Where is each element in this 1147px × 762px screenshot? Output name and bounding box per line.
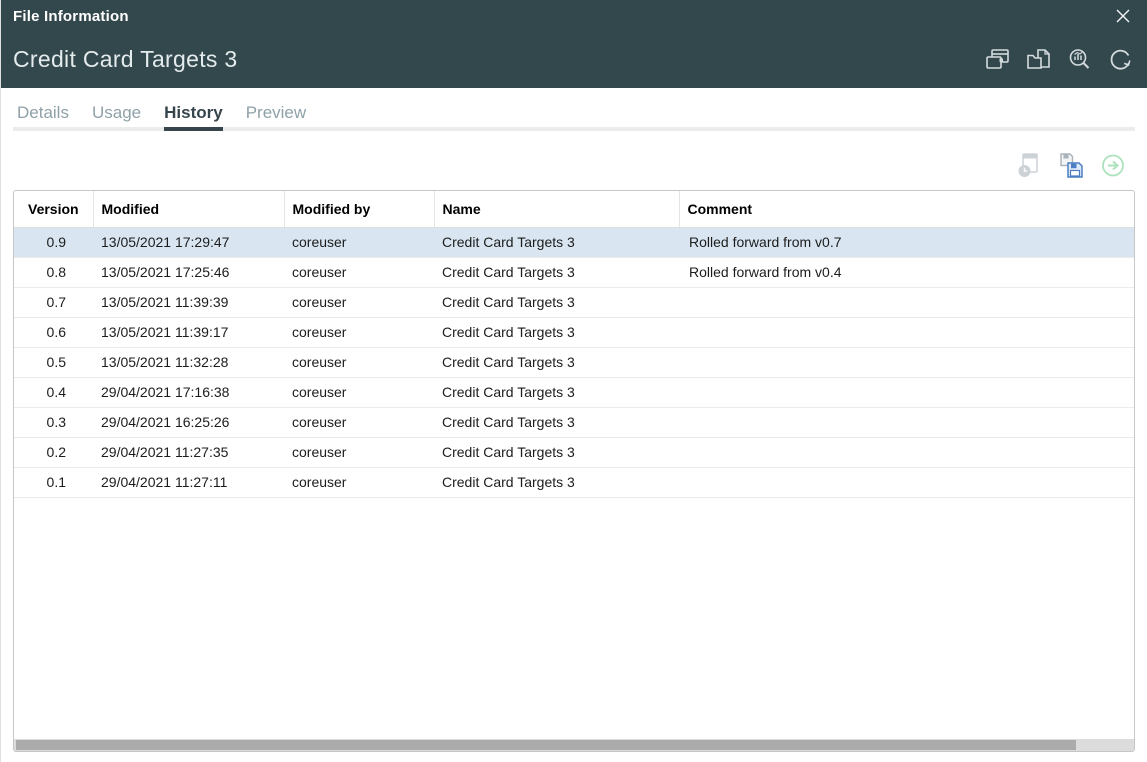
cell-version: 0.2 <box>14 437 93 467</box>
dialog-title: File Information <box>13 8 129 25</box>
table-row[interactable]: 0.429/04/2021 17:16:38coreuserCredit Car… <box>14 377 1134 407</box>
cell-name: Credit Card Targets 3 <box>434 347 679 377</box>
cell-modified: 13/05/2021 17:29:47 <box>93 227 284 257</box>
table-row[interactable]: 0.713/05/2021 11:39:39coreuserCredit Car… <box>14 287 1134 317</box>
cell-modified: 13/05/2021 11:39:17 <box>93 317 284 347</box>
cell-name: Credit Card Targets 3 <box>434 227 679 257</box>
move-to-folder-button[interactable] <box>1025 48 1052 75</box>
cell-name: Credit Card Targets 3 <box>434 407 679 437</box>
chart-magnifier-icon <box>1066 46 1093 78</box>
cell-version: 0.4 <box>14 377 93 407</box>
refresh-button[interactable] <box>1107 48 1134 75</box>
cell-comment: Rolled forward from v0.7 <box>679 227 1134 257</box>
cell-modified: 29/04/2021 17:16:38 <box>93 377 284 407</box>
cell-comment: Rolled forward from v0.4 <box>679 257 1134 287</box>
cell-name: Credit Card Targets 3 <box>434 467 679 497</box>
tab-details[interactable]: Details <box>17 103 69 131</box>
cell-modified-by: coreuser <box>284 407 434 437</box>
scrollbar-thumb[interactable] <box>16 740 1076 750</box>
titlebar: File Information Credit Card Targets 3 <box>1 0 1147 88</box>
overlapping-windows-icon <box>984 46 1011 78</box>
cell-version: 0.7 <box>14 287 93 317</box>
open-version-button[interactable] <box>1100 153 1126 182</box>
table-row[interactable]: 0.613/05/2021 11:39:17coreuserCredit Car… <box>14 317 1134 347</box>
cell-comment <box>679 317 1134 347</box>
cell-comment <box>679 377 1134 407</box>
table-header-row: Version Modified Modified by Name Commen… <box>14 191 1134 227</box>
page-with-clock-icon <box>1016 151 1042 185</box>
circle-arrow-right-icon <box>1100 151 1126 185</box>
table-row[interactable]: 0.913/05/2021 17:29:47coreuserCredit Car… <box>14 227 1134 257</box>
cell-name: Credit Card Targets 3 <box>434 317 679 347</box>
cell-version: 0.5 <box>14 347 93 377</box>
header-actions <box>984 48 1134 75</box>
cell-version: 0.9 <box>14 227 93 257</box>
cell-comment <box>679 287 1134 317</box>
tab-bar: Details Usage History Preview <box>17 103 306 131</box>
cell-name: Credit Card Targets 3 <box>434 377 679 407</box>
cell-modified-by: coreuser <box>284 437 434 467</box>
table-row[interactable]: 0.513/05/2021 11:32:28coreuserCredit Car… <box>14 347 1134 377</box>
cell-name: Credit Card Targets 3 <box>434 257 679 287</box>
cell-comment <box>679 407 1134 437</box>
cell-version: 0.1 <box>14 467 93 497</box>
analyze-button[interactable] <box>1066 48 1093 75</box>
cell-modified-by: coreuser <box>284 257 434 287</box>
close-button[interactable] <box>1111 6 1135 30</box>
cell-version: 0.8 <box>14 257 93 287</box>
history-table: Version Modified Modified by Name Commen… <box>14 191 1134 498</box>
tab-preview[interactable]: Preview <box>246 103 306 131</box>
cell-comment <box>679 347 1134 377</box>
cell-name: Credit Card Targets 3 <box>434 437 679 467</box>
history-toolbar <box>1016 153 1126 182</box>
tab-history[interactable]: History <box>164 103 223 131</box>
document-title: Credit Card Targets 3 <box>13 46 237 73</box>
column-header-comment[interactable]: Comment <box>679 191 1134 227</box>
file-information-dialog: File Information Credit Card Targets 3 <box>0 0 1147 762</box>
floppy-disks-icon <box>1058 151 1084 185</box>
cell-modified: 29/04/2021 11:27:35 <box>93 437 284 467</box>
cell-modified-by: coreuser <box>284 467 434 497</box>
cell-modified: 29/04/2021 16:25:26 <box>93 407 284 437</box>
cell-modified-by: coreuser <box>284 287 434 317</box>
cell-modified-by: coreuser <box>284 347 434 377</box>
column-header-modified-by[interactable]: Modified by <box>284 191 434 227</box>
column-header-modified[interactable]: Modified <box>93 191 284 227</box>
cell-modified: 29/04/2021 11:27:11 <box>93 467 284 497</box>
table-row[interactable]: 0.229/04/2021 11:27:35coreuserCredit Car… <box>14 437 1134 467</box>
folder-with-page-icon <box>1025 46 1052 78</box>
history-table-panel: Version Modified Modified by Name Commen… <box>13 190 1135 752</box>
close-icon <box>1113 6 1133 31</box>
table-row[interactable]: 0.129/04/2021 11:27:11coreuserCredit Car… <box>14 467 1134 497</box>
cell-modified: 13/05/2021 11:32:28 <box>93 347 284 377</box>
cell-modified-by: coreuser <box>284 317 434 347</box>
table-row[interactable]: 0.329/04/2021 16:25:26coreuserCredit Car… <box>14 407 1134 437</box>
table-row[interactable]: 0.813/05/2021 17:25:46coreuserCredit Car… <box>14 257 1134 287</box>
column-header-name[interactable]: Name <box>434 191 679 227</box>
open-in-window-button[interactable] <box>984 48 1011 75</box>
cell-modified-by: coreuser <box>284 227 434 257</box>
horizontal-scrollbar[interactable] <box>14 738 1134 751</box>
refresh-icon <box>1107 46 1134 78</box>
column-header-version[interactable]: Version <box>14 191 93 227</box>
cell-comment <box>679 437 1134 467</box>
cell-modified: 13/05/2021 11:39:39 <box>93 287 284 317</box>
tab-usage[interactable]: Usage <box>92 103 141 131</box>
cell-modified-by: coreuser <box>284 377 434 407</box>
cell-modified: 13/05/2021 17:25:46 <box>93 257 284 287</box>
cell-version: 0.6 <box>14 317 93 347</box>
cell-name: Credit Card Targets 3 <box>434 287 679 317</box>
restore-version-button[interactable] <box>1016 153 1042 182</box>
history-table-body: 0.913/05/2021 17:29:47coreuserCredit Car… <box>14 227 1134 497</box>
cell-version: 0.3 <box>14 407 93 437</box>
save-version-copy-button[interactable] <box>1058 153 1084 182</box>
cell-comment <box>679 467 1134 497</box>
